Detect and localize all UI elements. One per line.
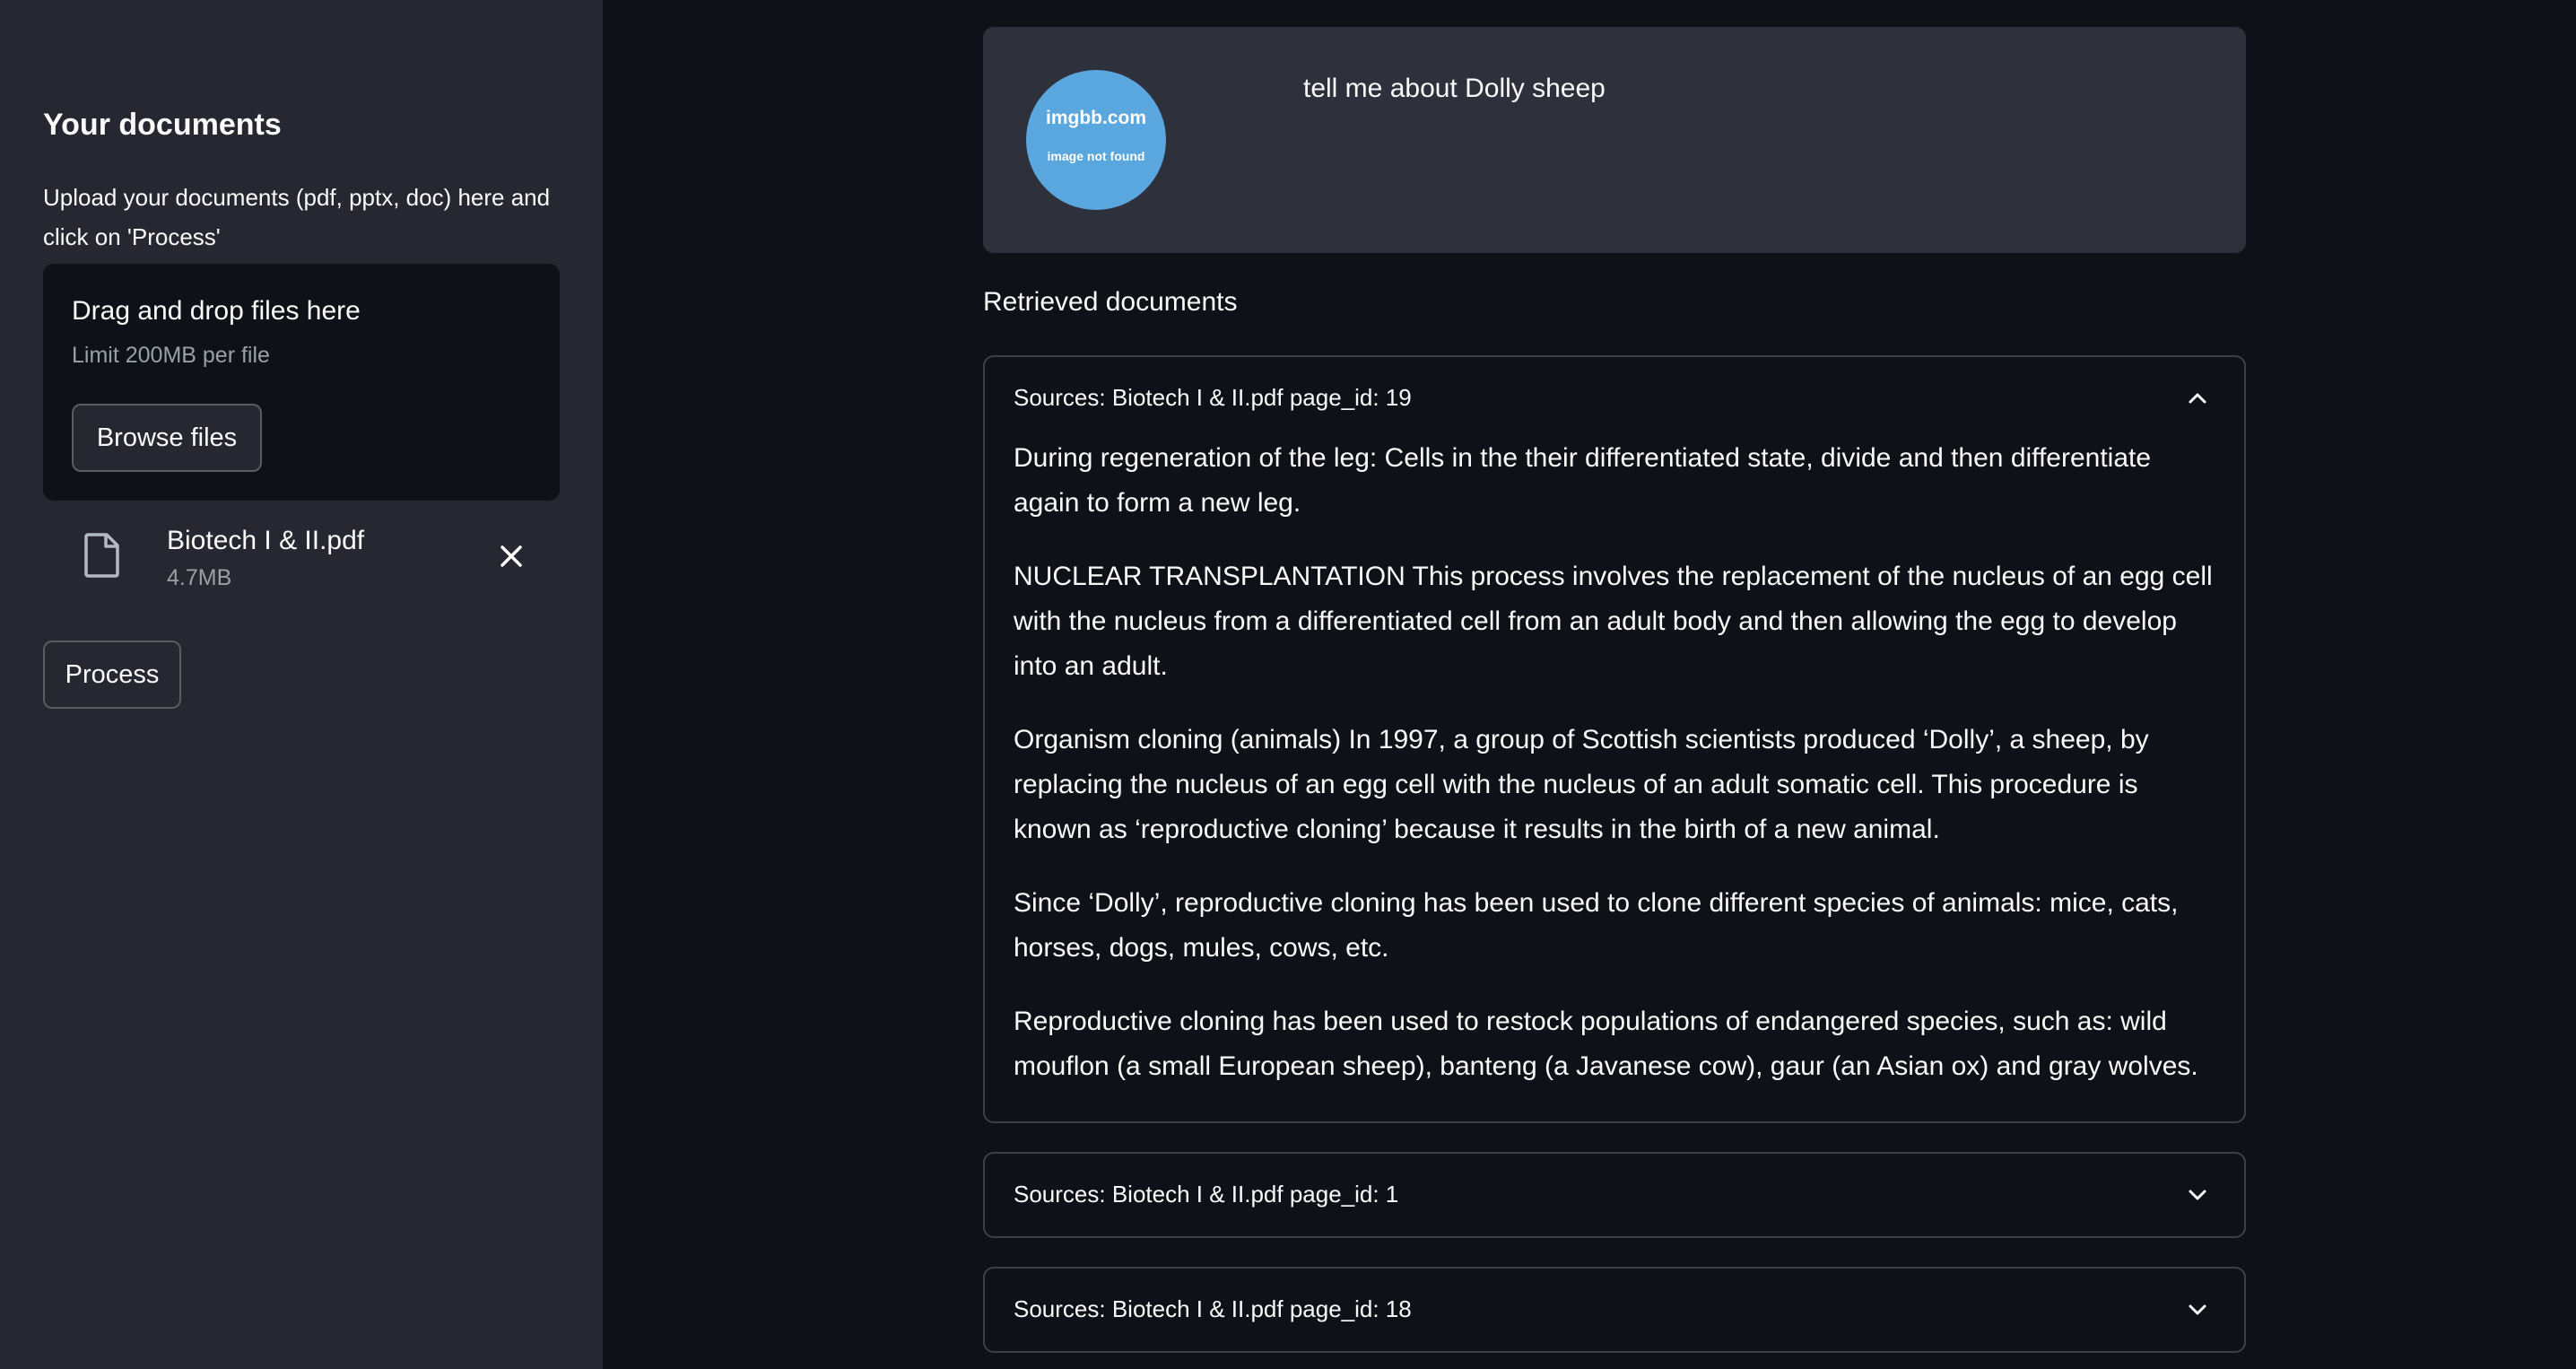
avatar-brand-text: imgbb.com: [1045, 108, 1146, 128]
chevron-up-icon: [2187, 388, 2208, 409]
expander-label: Sources: Biotech I & II.pdf page_id: 18: [1014, 1295, 1412, 1322]
source-expander: Sources: Biotech I & II.pdf page_id: 19 …: [983, 355, 2246, 1123]
file-size: 4.7MB: [167, 565, 232, 590]
source-expander: Sources: Biotech I & II.pdf page_id: 18: [983, 1267, 2246, 1353]
expander-label: Sources: Biotech I & II.pdf page_id: 1: [1014, 1181, 1399, 1208]
file-dropzone[interactable]: Drag and drop files here Limit 200MB per…: [43, 264, 560, 501]
retrieved-documents-heading: Retrieved documents: [983, 287, 1238, 317]
chevron-down-icon: [2187, 1299, 2208, 1321]
sidebar-description: Upload your documents (pdf, pptx, doc) h…: [43, 184, 551, 250]
document-paragraph: Organism cloning (animals) In 1997, a gr…: [1014, 725, 2149, 844]
sidebar: Your documents Upload your documents (pd…: [0, 0, 603, 1369]
expander-header[interactable]: Sources: Biotech I & II.pdf page_id: 18: [985, 1269, 2244, 1351]
file-name: Biotech I & II.pdf: [167, 526, 365, 555]
sidebar-title: Your documents: [43, 108, 282, 142]
avatar-error-text: image not found: [1047, 149, 1145, 163]
expander-header[interactable]: Sources: Biotech I & II.pdf page_id: 19: [985, 357, 2244, 440]
document-paragraph: Since ‘Dolly’, reproductive cloning has …: [1014, 888, 2179, 963]
app: Your documents Upload your documents (pd…: [0, 0, 2576, 1369]
expander-label: Sources: Biotech I & II.pdf page_id: 19: [1014, 384, 1412, 411]
browse-files-button[interactable]: Browse files: [72, 404, 262, 472]
dropzone-title: Drag and drop files here: [72, 296, 361, 326]
uploaded-file-item: Biotech I & II.pdf 4.7MB: [43, 511, 560, 597]
process-button[interactable]: Process: [43, 641, 181, 709]
document-paragraph: During regeneration of the leg: Cells in…: [1014, 443, 2152, 518]
expander-header[interactable]: Sources: Biotech I & II.pdf page_id: 1: [985, 1154, 2244, 1236]
file-icon: [84, 533, 120, 578]
chevron-down-icon: [2187, 1184, 2208, 1206]
document-paragraph: NUCLEAR TRANSPLANTATION This process inv…: [1014, 562, 2213, 681]
document-paragraph: Reproductive cloning has been used to re…: [1014, 1007, 2198, 1081]
chat-message: imgbb.com image not found tell me about …: [983, 27, 2246, 253]
chat-message-text: tell me about Dolly sheep: [1303, 74, 1606, 103]
source-expander: Sources: Biotech I & II.pdf page_id: 1: [983, 1152, 2246, 1238]
dropzone-limit: Limit 200MB per file: [72, 343, 270, 368]
expander-content: During regeneration of the leg: Cells in…: [1014, 436, 2215, 1118]
close-icon[interactable]: [493, 538, 529, 574]
avatar: imgbb.com image not found: [1026, 70, 1166, 210]
